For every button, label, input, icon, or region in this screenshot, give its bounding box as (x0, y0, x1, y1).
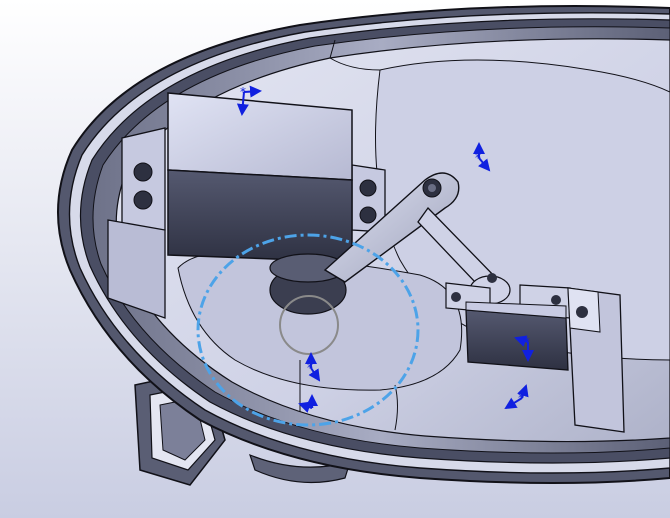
svg-text:*: * (240, 85, 246, 99)
cad-graphics-area[interactable]: * * * * * * (0, 0, 670, 518)
cad-model-view[interactable]: * * * * * * (0, 0, 670, 518)
svg-text:*: * (475, 151, 481, 165)
svg-text:*: * (308, 401, 314, 415)
svg-text:*: * (307, 361, 313, 375)
svg-text:*: * (524, 335, 530, 349)
svg-text:*: * (518, 391, 524, 405)
